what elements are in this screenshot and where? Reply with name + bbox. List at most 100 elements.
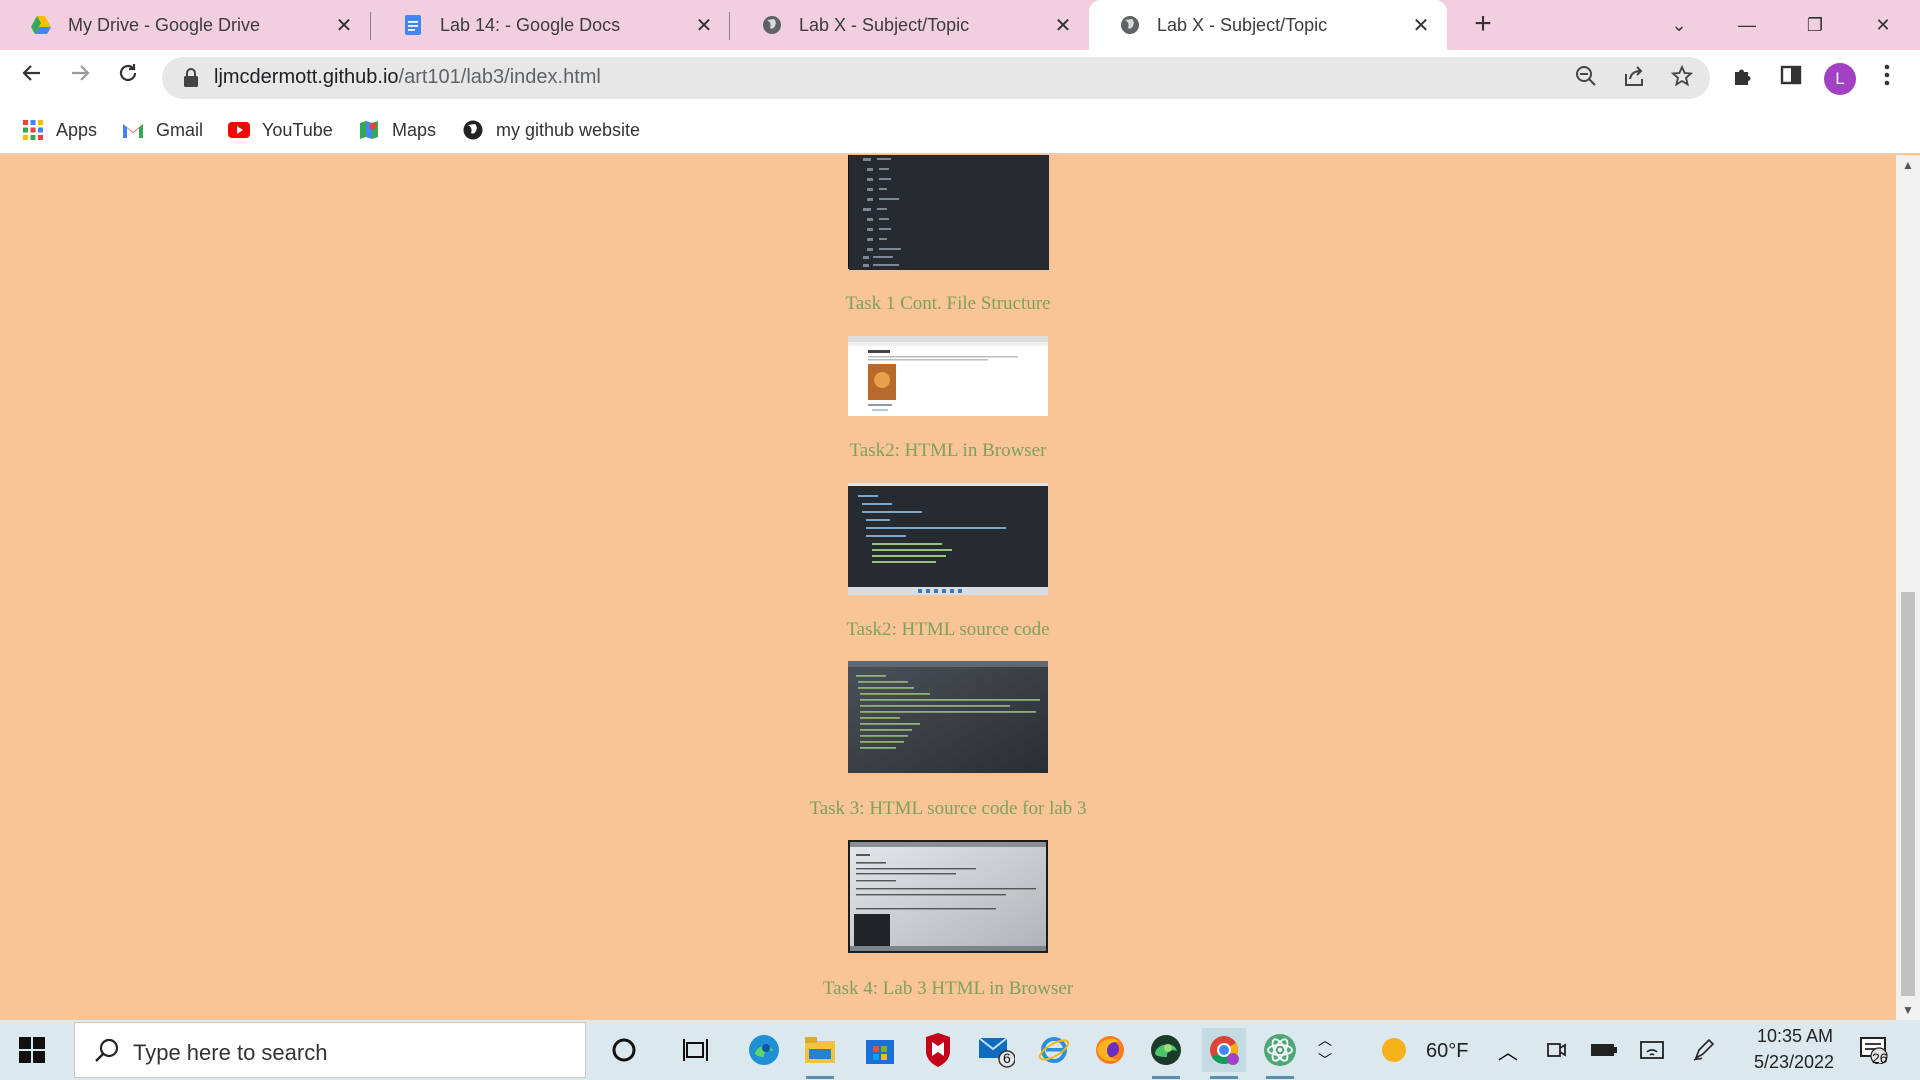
caption-task4-lab3-in-browser: Task 4: Lab 3 HTML in Browser <box>822 978 1074 999</box>
lock-icon <box>184 68 198 87</box>
profile-avatar[interactable]: L <box>1824 63 1856 95</box>
bookmark-github-website[interactable]: my github website <box>460 114 640 146</box>
screenshot-html-source-code <box>848 483 1048 595</box>
window-close-button[interactable]: ✕ <box>1860 8 1906 42</box>
internet-explorer-icon[interactable] <box>1034 1030 1074 1070</box>
mail-icon[interactable]: 6 <box>976 1030 1016 1070</box>
minimize-button[interactable]: — <box>1724 8 1770 42</box>
page-content: Task 1 Cont. File Structure Task2: HTML … <box>0 155 1896 1020</box>
bookmark-maps[interactable]: Maps <box>356 114 436 146</box>
search-icon <box>95 1038 119 1062</box>
share-icon[interactable] <box>1620 65 1648 93</box>
bookmark-label: Maps <box>392 119 437 140</box>
tab-title: Lab 14: - Google Docs <box>440 14 621 35</box>
extensions-puzzle-icon[interactable] <box>1728 64 1758 94</box>
file-explorer-icon[interactable] <box>800 1030 840 1070</box>
youtube-icon <box>226 118 252 142</box>
browser-toolbar: ljmcdermott.github.io/art101/lab3/index.… <box>0 50 1920 106</box>
tab-google-drive[interactable]: My Drive - Google Drive ✕ <box>0 0 370 50</box>
tab-separator <box>729 12 730 40</box>
back-arrow-icon <box>22 65 40 81</box>
zoom-out-icon[interactable] <box>1572 65 1600 93</box>
tab-title: My Drive - Google Drive <box>68 14 261 35</box>
tab-lab-x[interactable]: Lab X - Subject/Topic ✕ <box>731 0 1089 50</box>
tab-lab-x-active[interactable]: Lab X - Subject/Topic ✕ <box>1089 0 1447 50</box>
screenshot-lab3-in-browser <box>848 840 1048 953</box>
url-text[interactable]: ljmcdermott.github.io/art101/lab3/index.… <box>214 66 601 89</box>
edge-browser-icon[interactable] <box>744 1030 784 1070</box>
close-icon[interactable]: ✕ <box>332 13 356 38</box>
bookmark-apps[interactable]: Apps <box>20 114 97 146</box>
cortana-icon[interactable] <box>604 1030 644 1070</box>
windows-taskbar: Type here to search 6 ︿ ﹀ 60°F ︿ 10:35 A… <box>0 1020 1920 1080</box>
meet-now-icon[interactable] <box>1536 1030 1576 1070</box>
more-menu-icon[interactable] <box>1872 64 1902 94</box>
bookmark-star-icon[interactable] <box>1668 64 1696 93</box>
atom-editor-icon[interactable] <box>1260 1030 1300 1070</box>
globe-icon <box>460 118 486 142</box>
restore-button[interactable]: ❐ <box>1792 8 1838 42</box>
scroll-up-arrow-icon[interactable]: ▲ <box>1896 155 1920 175</box>
close-icon[interactable]: ✕ <box>1409 13 1433 38</box>
bookmark-gmail[interactable]: Gmail <box>120 114 203 146</box>
bookmark-label: Apps <box>56 119 98 140</box>
firefox-icon[interactable] <box>1090 1030 1130 1070</box>
bookmarks-bar: Apps Gmail YouTube Maps my github websit… <box>0 106 1920 154</box>
globe-icon <box>761 14 783 36</box>
maps-icon <box>356 118 382 142</box>
windows-start-icon[interactable] <box>18 1036 46 1064</box>
tab-separator <box>370 12 371 40</box>
screenshot-html-in-browser <box>848 336 1048 416</box>
new-tab-button[interactable]: + <box>1466 8 1500 42</box>
network-wifi-icon[interactable] <box>1632 1030 1672 1070</box>
gmail-icon <box>120 118 146 142</box>
tab-strip: My Drive - Google Drive ✕ Lab 14: - Goog… <box>0 0 1920 50</box>
caption-task2-html-source-code: Task2: HTML source code <box>846 619 1050 640</box>
scroll-down-arrow-icon[interactable]: ▼ <box>1896 1000 1920 1020</box>
weather-temperature[interactable]: 60°F <box>1426 1040 1468 1063</box>
chrome-icon[interactable] <box>1202 1028 1246 1072</box>
url-host: ljmcdermott.github.io <box>214 66 399 88</box>
tab-google-docs[interactable]: Lab 14: - Google Docs ✕ <box>372 0 730 50</box>
search-placeholder: Type here to search <box>133 1040 328 1065</box>
tab-title: Lab X - Subject/Topic <box>799 14 970 35</box>
edge-dev-icon[interactable] <box>1146 1030 1186 1070</box>
notifications-icon[interactable]: 26 <box>1854 1030 1894 1070</box>
weather-sun-icon[interactable] <box>1374 1030 1414 1070</box>
close-icon[interactable]: ✕ <box>1051 13 1075 38</box>
notification-count: 26 <box>1872 1050 1888 1066</box>
clock-time[interactable]: 10:35 AM <box>1750 1026 1840 1047</box>
active-app-indicator <box>1152 1076 1180 1079</box>
task-view-icon[interactable] <box>676 1030 716 1070</box>
clock-date[interactable]: 5/23/2022 <box>1744 1052 1844 1073</box>
reload-icon <box>119 64 137 82</box>
vertical-scrollbar[interactable]: ▲ ▼ <box>1896 155 1920 1020</box>
taskbar-search-box[interactable]: Type here to search <box>74 1022 586 1078</box>
tab-search-chevron-icon[interactable]: ⌄ <box>1656 8 1702 42</box>
address-bar[interactable]: ljmcdermott.github.io/art101/lab3/index.… <box>162 57 1710 99</box>
google-drive-icon <box>30 14 52 36</box>
battery-icon[interactable] <box>1584 1030 1624 1070</box>
scrollbar-thumb[interactable] <box>1901 592 1915 996</box>
side-panel-icon[interactable] <box>1776 64 1806 94</box>
back-button[interactable] <box>14 60 50 96</box>
active-app-indicator <box>806 1076 834 1079</box>
forward-button[interactable] <box>62 60 98 96</box>
pen-workspace-icon[interactable] <box>1684 1030 1724 1070</box>
active-app-indicator <box>1210 1076 1238 1079</box>
mcafee-icon[interactable] <box>918 1030 958 1070</box>
caption-task2-html-in-browser: Task2: HTML in Browser <box>849 440 1047 461</box>
reload-button[interactable] <box>110 60 146 96</box>
url-path: /art101/lab3/index.html <box>398 66 601 88</box>
bookmark-label: Gmail <box>156 119 204 140</box>
bookmark-youtube[interactable]: YouTube <box>226 114 333 146</box>
apps-grid-icon <box>20 118 46 142</box>
screenshot-file-structure <box>848 155 1049 270</box>
show-hidden-icons-chevron-icon[interactable]: ︿ <box>1488 1030 1528 1070</box>
tab-title: Lab X - Subject/Topic <box>1157 14 1328 35</box>
microsoft-store-icon[interactable] <box>860 1030 900 1070</box>
globe-icon <box>1119 14 1141 36</box>
taskbar-scroll-arrows-icon[interactable]: ︿ ﹀ <box>1312 1030 1338 1070</box>
bookmark-label: my github website <box>496 119 641 140</box>
close-icon[interactable]: ✕ <box>692 13 716 38</box>
